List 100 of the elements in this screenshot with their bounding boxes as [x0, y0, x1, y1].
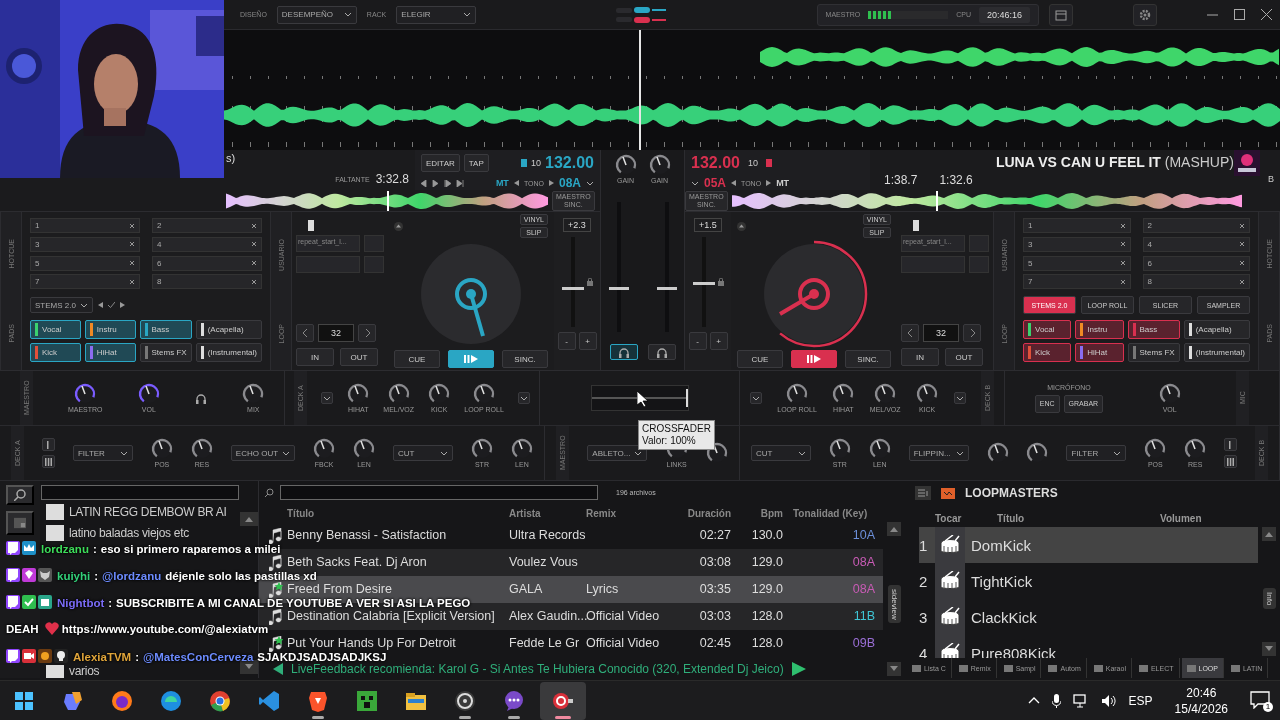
hotcue-slot[interactable]: 4 — [1142, 236, 1250, 252]
history-button[interactable] — [1049, 3, 1073, 26]
knob[interactable] — [473, 383, 496, 405]
pad-button[interactable]: Vocal — [1023, 320, 1072, 339]
microphone-icon[interactable] — [1051, 693, 1061, 708]
effect-dropdown[interactable]: FILTER — [72, 445, 133, 461]
design-dropdown[interactable]: DESEMPEÑO — [276, 5, 357, 24]
hotcue-slot[interactable]: 6 — [1142, 255, 1250, 271]
knob[interactable] — [428, 383, 451, 405]
column-header[interactable]: Bpm — [741, 507, 793, 519]
scroll-down-icon[interactable] — [887, 662, 901, 676]
knob[interactable] — [510, 438, 533, 460]
clock-date[interactable]: 15/4/2026 — [1174, 700, 1228, 717]
loop-in-button[interactable]: IN — [296, 348, 334, 366]
pad-button[interactable]: Kick — [30, 343, 81, 362]
track-title[interactable]: Freed From Desire — [287, 583, 509, 596]
pad-button[interactable]: Instru — [84, 320, 136, 339]
track-search-field[interactable] — [280, 484, 598, 500]
pad-button[interactable]: HiHat — [84, 343, 136, 362]
loop-out-button[interactable]: OUT — [945, 348, 983, 366]
knob[interactable] — [874, 383, 897, 405]
hotcue-slot[interactable]: 7 — [30, 274, 140, 290]
scroll-down-icon[interactable] — [1262, 642, 1276, 656]
eject-icon[interactable] — [737, 221, 746, 231]
hotcue-slot[interactable]: 1 — [30, 218, 140, 233]
effect-dropdown[interactable]: FLIPPIN... — [908, 445, 969, 461]
headphone-cue-button[interactable] — [647, 344, 676, 360]
volume-icon[interactable] — [1100, 693, 1117, 708]
dropdown-button[interactable] — [749, 392, 762, 404]
effect-dropdown[interactable]: ECHO OUT — [230, 445, 296, 461]
pad-button[interactable]: Stems FX — [1127, 343, 1180, 362]
scroll-up-icon[interactable] — [887, 522, 901, 536]
knob[interactable] — [353, 438, 375, 460]
knob[interactable] — [986, 442, 1009, 464]
info-tab[interactable]: Info — [1262, 587, 1276, 610]
hotcue-slot[interactable]: 3 — [1023, 236, 1131, 252]
pad-button[interactable]: (Acapella) — [1183, 320, 1250, 339]
mode-button[interactable] — [1224, 455, 1238, 468]
sample-row[interactable]: 1 DomKick — [919, 527, 1258, 563]
hotcue-slot[interactable]: 5 — [1023, 255, 1131, 271]
settings-button[interactable] — [1133, 3, 1157, 26]
knob[interactable] — [150, 438, 173, 460]
sync-button[interactable]: SINC. — [845, 350, 891, 368]
knob[interactable] — [832, 383, 855, 405]
library-button[interactable] — [6, 511, 34, 535]
knob[interactable] — [786, 383, 809, 405]
eject-icon[interactable] — [394, 221, 403, 231]
knob[interactable] — [347, 383, 370, 405]
dropdown-button[interactable] — [321, 392, 334, 404]
play-button[interactable] — [448, 350, 494, 368]
knob[interactable] — [1144, 438, 1167, 460]
track-title[interactable]: Benny Benassi - Satisfaction — [287, 529, 509, 542]
tap-button[interactable]: TAP — [463, 154, 489, 172]
hotcue-slot[interactable]: 4 — [152, 236, 262, 252]
track-title[interactable]: Put Your Hands Up For Detroit — [287, 637, 509, 650]
folder-item[interactable]: varios — [46, 664, 100, 678]
knob[interactable] — [1026, 442, 1049, 464]
hotcue-slot[interactable]: 7 — [1023, 274, 1131, 290]
effect-dropdown[interactable]: ABLETO... — [587, 445, 648, 461]
folder-item[interactable]: latino baladas viejos etc — [46, 522, 240, 543]
close-icon[interactable] — [1261, 9, 1272, 20]
loop-back-button[interactable] — [901, 324, 919, 342]
knob[interactable] — [614, 154, 637, 176]
column-header[interactable]: Remix — [586, 507, 681, 519]
knob[interactable] — [648, 154, 671, 176]
column-header[interactable]: Tonalidad (Key) — [793, 507, 875, 519]
knob[interactable] — [313, 438, 336, 460]
notification-button[interactable]: 1 — [1250, 690, 1272, 711]
loop-forward-button[interactable] — [358, 324, 376, 342]
knob[interactable] — [1184, 438, 1207, 460]
folder-search-field[interactable] — [41, 485, 239, 500]
pitch-up-button[interactable]: + — [709, 332, 728, 350]
hotcue-slot[interactable]: 8 — [1142, 274, 1250, 290]
sample-row[interactable]: 4 Pure808Kick — [919, 635, 1258, 658]
dropdown-button[interactable] — [953, 392, 966, 404]
pad-button[interactable]: (Instrumental) — [1183, 343, 1250, 362]
transport-icons[interactable] — [421, 179, 465, 187]
crossfader[interactable] — [590, 385, 689, 411]
hotcue-slot[interactable]: 5 — [30, 255, 140, 271]
pitch-down-button[interactable]: - — [557, 332, 576, 350]
loop-out-button[interactable]: OUT — [340, 348, 378, 366]
pad-button[interactable]: Bass — [1127, 320, 1180, 339]
play-icon[interactable] — [791, 662, 806, 676]
sample-row[interactable]: 3 ClackKick — [919, 599, 1258, 635]
loop-in-button[interactable]: IN — [901, 348, 939, 366]
dropdown-button[interactable] — [517, 392, 530, 404]
cue-button[interactable]: CUE — [394, 350, 440, 368]
effect-dropdown[interactable]: CUT — [392, 445, 453, 461]
headphone-cue-button[interactable] — [609, 344, 638, 360]
chevron-up-icon[interactable] — [1027, 697, 1040, 704]
knob[interactable] — [1158, 383, 1181, 405]
pad-button[interactable]: Stems FX — [139, 343, 192, 362]
hotcue-slot[interactable]: 1 — [1023, 218, 1131, 233]
knob[interactable] — [470, 438, 493, 460]
pad-button[interactable]: (Instrumental) — [195, 343, 262, 362]
hotcue-slot[interactable]: 6 — [152, 255, 262, 271]
pitch-down-button[interactable]: - — [688, 332, 707, 350]
column-header[interactable]: Volumen — [1160, 512, 1280, 524]
play-button[interactable] — [791, 350, 837, 368]
hotcue-slot[interactable]: 2 — [1142, 218, 1250, 233]
